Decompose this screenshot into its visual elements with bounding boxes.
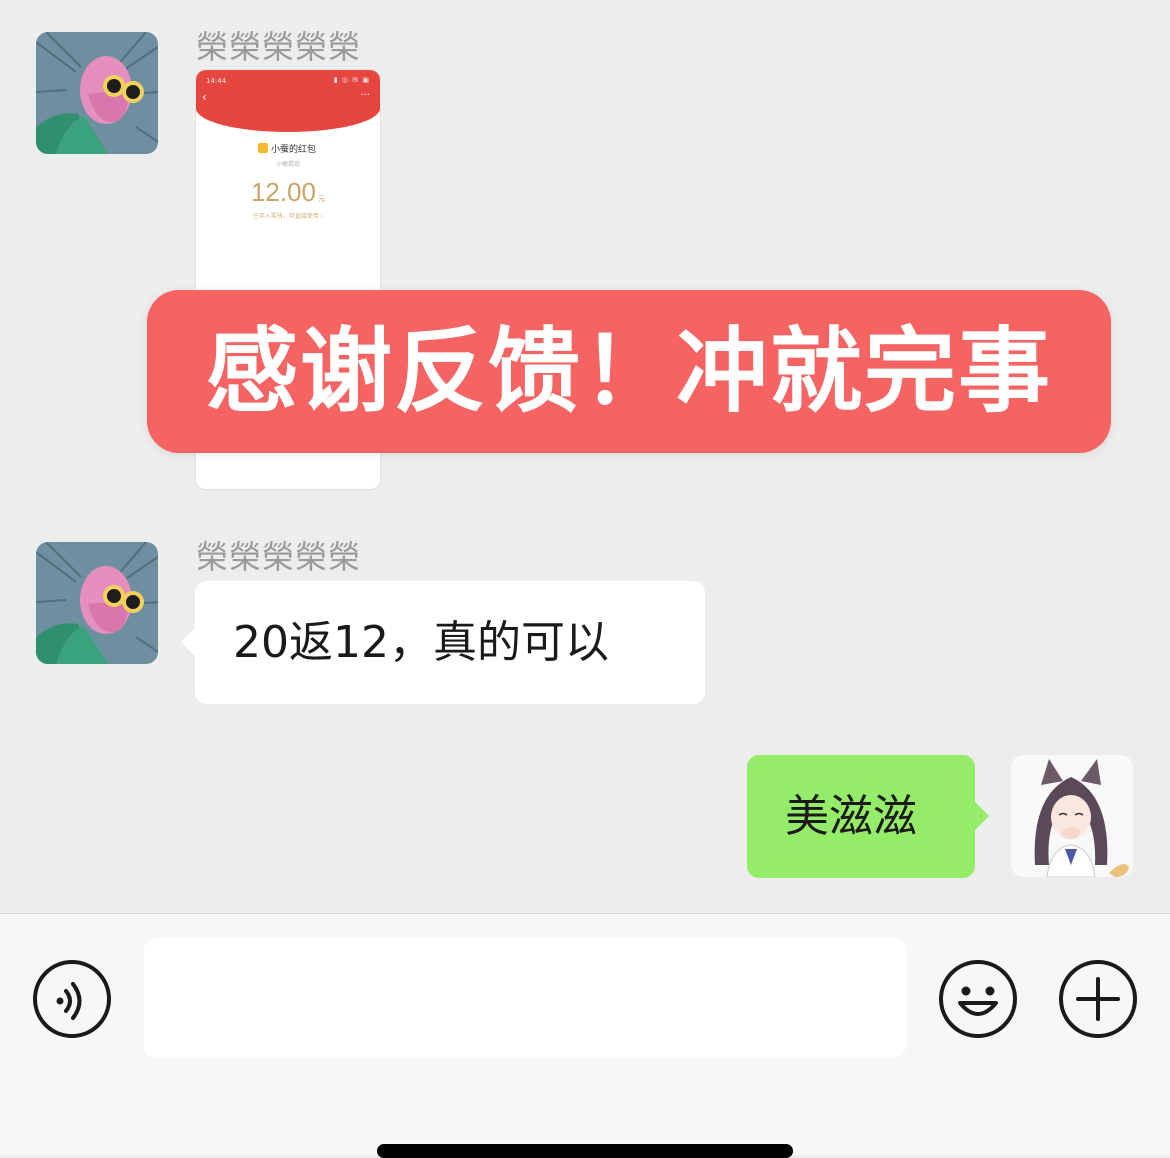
- banner-text: 感谢反馈！冲就完事: [205, 318, 1052, 425]
- message-text: 20返12，真的可以: [233, 617, 609, 668]
- sender-avatar[interactable]: [36, 542, 158, 664]
- app-name-label: 小蚕的红包: [271, 145, 317, 155]
- voice-button[interactable]: [32, 959, 112, 1039]
- chat-area[interactable]: 榮榮榮榮榮 14:44 ▮ ◎ ✉ ▣ ‹ ··· 小蚕的红包 小蚕提现 12.…: [0, 0, 1170, 913]
- amount-value: 12.00: [250, 177, 317, 207]
- message-text: 美滋滋: [785, 791, 917, 842]
- sender-name: 榮榮榮榮榮: [196, 538, 362, 576]
- app-logo-icon: [258, 143, 268, 153]
- bald-pink-man-sunglasses-avatar-icon: [36, 542, 158, 664]
- message-input[interactable]: [144, 938, 906, 1058]
- back-icon: ‹: [202, 90, 207, 104]
- feedback-banner: 感谢反馈！冲就完事: [147, 290, 1111, 453]
- incoming-message-bubble[interactable]: 20返12，真的可以: [181, 581, 705, 704]
- red-packet-app-name: 小蚕的红包: [258, 142, 316, 155]
- anime-cat-girl-avatar-icon: [1011, 755, 1133, 877]
- red-packet-header: 14:44 ▮ ◎ ✉ ▣ ‹ ···: [196, 70, 380, 132]
- sender-name: 榮榮榮榮榮: [196, 28, 362, 66]
- my-avatar[interactable]: [1011, 755, 1133, 877]
- chat-input-bar: [0, 913, 1170, 1155]
- emoji-icon: [939, 960, 1017, 1038]
- emoji-button[interactable]: [938, 959, 1018, 1039]
- plus-icon: [1059, 960, 1137, 1038]
- outgoing-message-bubble[interactable]: 美滋滋: [747, 755, 989, 878]
- plus-button[interactable]: [1058, 959, 1138, 1039]
- amount-unit: 元: [318, 196, 326, 203]
- more-icon: ···: [360, 90, 370, 101]
- bald-pink-man-sunglasses-avatar-icon: [36, 32, 158, 154]
- sender-avatar[interactable]: [36, 32, 158, 154]
- red-packet-subtitle: 小蚕提现: [275, 161, 300, 168]
- red-packet-amount: 12.00 元: [196, 177, 380, 208]
- red-packet-note: 已存入零钱，可直接使用 ›: [252, 213, 324, 220]
- voice-icon: [33, 960, 111, 1038]
- status-time: 14:44: [206, 77, 227, 85]
- home-indicator[interactable]: [377, 1144, 793, 1158]
- status-icons: ▮ ◎ ✉ ▣: [333, 76, 370, 84]
